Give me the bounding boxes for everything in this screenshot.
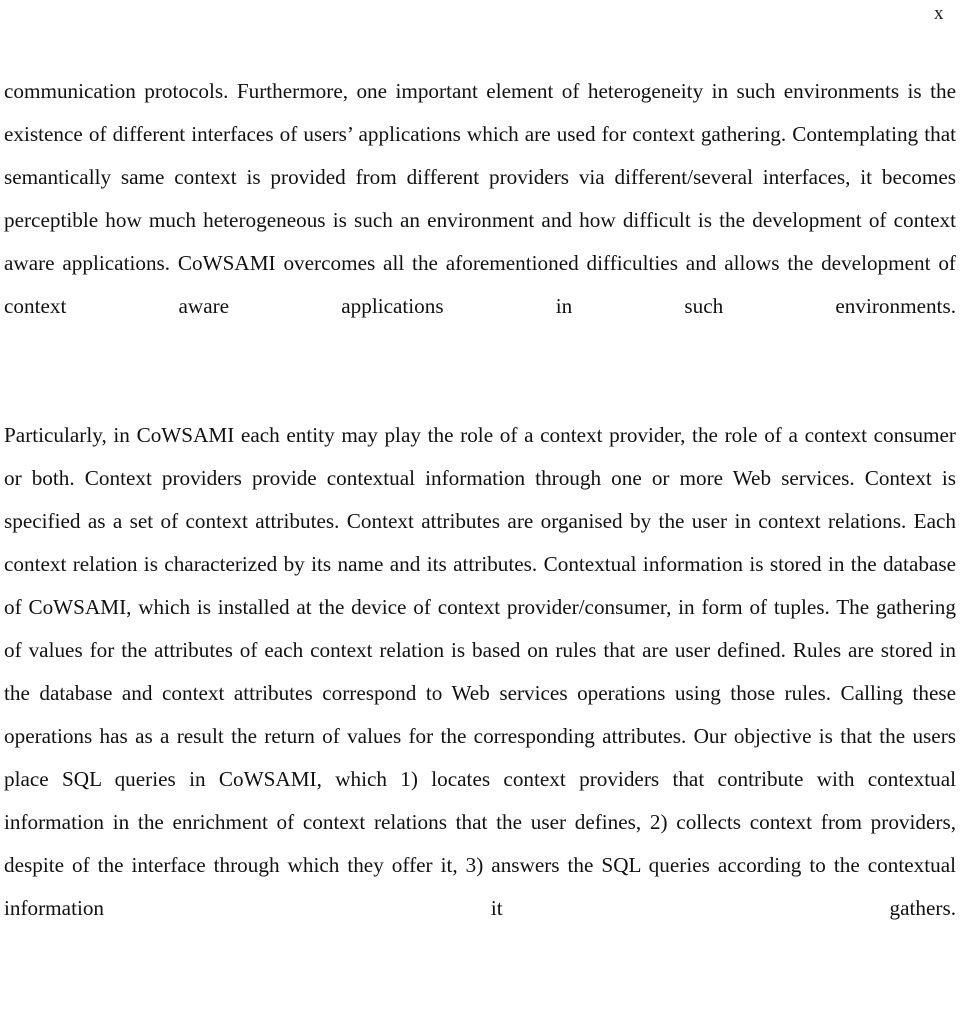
page-number: x: [934, 3, 944, 24]
paragraph-cowsami-roles: Particularly, in CoWSAMI each entity may…: [4, 423, 956, 920]
document-page: x communication protocols. Furthermore, …: [0, 0, 960, 1021]
page-body-text: communication protocols. Furthermore, on…: [4, 70, 956, 973]
paragraph-heterogeneity: communication protocols. Furthermore, on…: [4, 79, 956, 318]
